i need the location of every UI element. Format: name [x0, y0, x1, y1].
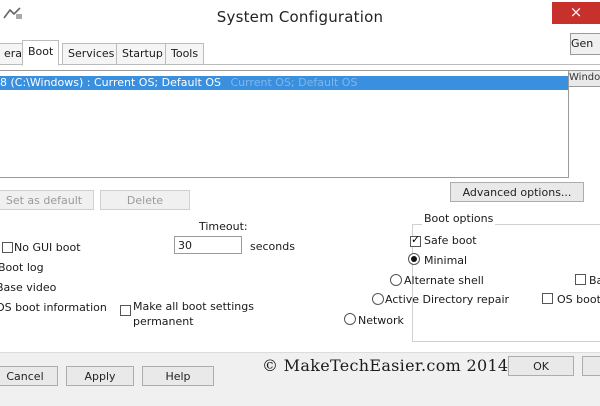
cancel-button[interactable]: Cancel: [0, 366, 58, 386]
window-title: System Configuration: [216, 8, 384, 26]
base-video-checkbox[interactable]: [575, 274, 586, 285]
network-label: Network: [358, 314, 404, 327]
make-permanent-checkbox[interactable]: [120, 305, 131, 316]
active-directory-repair-radio[interactable]: [372, 293, 384, 305]
make-permanent-label-line2: permanent: [133, 315, 194, 328]
boot-log-label: Boot log: [0, 261, 44, 274]
timeout-input[interactable]: 30: [174, 236, 242, 254]
os-boot-information-left-label: OS boot information: [0, 301, 107, 314]
alternate-shell-radio[interactable]: [390, 274, 402, 286]
network-radio[interactable]: [344, 313, 356, 325]
os-entry-faint-tail: Current OS; Default OS: [230, 76, 358, 89]
active-directory-repair-label: Active Directory repair: [385, 293, 510, 306]
minimal-radio[interactable]: [408, 253, 420, 265]
alternate-shell-label: Alternate shell: [404, 274, 484, 287]
tab-tools[interactable]: Tools: [165, 43, 205, 64]
safe-boot-label: Safe boot: [424, 234, 477, 247]
os-boot-information-label: OS boot: [557, 293, 600, 306]
minimal-label: Minimal: [424, 254, 468, 267]
tab-services[interactable]: Services: [62, 43, 121, 64]
cancel-right-button[interactable]: [582, 356, 600, 376]
tab-boot[interactable]: Boot: [22, 40, 60, 66]
ok-button[interactable]: OK: [508, 356, 574, 376]
os-list-right-fragment: Windows: [568, 70, 600, 87]
delete-button[interactable]: Delete: [100, 190, 190, 210]
os-list-selected-item[interactable]: 8 (C:\Windows) : Current OS; Default OS …: [0, 76, 568, 90]
os-entry-label: 8 (C:\Windows) : Current OS; Default OS: [0, 76, 221, 89]
base-video-label: Base: [589, 274, 600, 287]
close-button[interactable]: ×: [552, 2, 600, 24]
apply-button[interactable]: Apply: [66, 366, 134, 386]
timeout-label: Timeout:: [199, 220, 248, 233]
advanced-options-button[interactable]: Advanced options...: [450, 182, 584, 202]
os-boot-information-checkbox[interactable]: [542, 293, 553, 304]
safe-boot-checkbox[interactable]: [410, 233, 421, 247]
make-permanent-label-line1: Make all boot settings: [133, 300, 254, 313]
boot-options-label: Boot options: [422, 212, 496, 225]
no-gui-boot-label: No GUI boot: [14, 241, 81, 254]
base-video-left-label: Base video: [0, 281, 57, 294]
watermark: © MakeTechEasier.com 2014: [262, 356, 509, 375]
timeout-unit-label: seconds: [250, 240, 295, 253]
set-as-default-button[interactable]: Set as default: [0, 190, 94, 210]
tab-startup[interactable]: Startup: [116, 43, 169, 64]
no-gui-boot-checkbox[interactable]: [2, 242, 13, 253]
help-button[interactable]: Help: [142, 366, 214, 386]
